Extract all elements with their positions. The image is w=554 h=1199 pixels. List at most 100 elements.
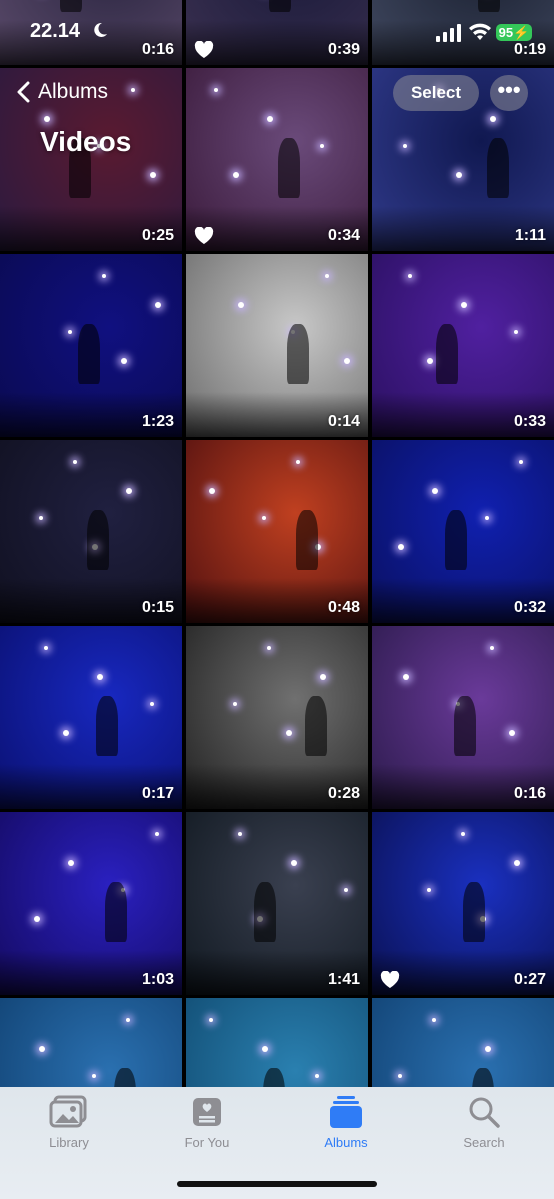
video-duration: 0:14 [327, 413, 360, 430]
cellular-signal-icon [436, 24, 461, 42]
stage-light [403, 674, 409, 680]
video-duration: 0:28 [327, 785, 360, 802]
video-thumbnail[interactable]: 0:48 [186, 440, 368, 623]
video-duration: 1:23 [141, 413, 174, 430]
more-options-button[interactable]: ••• [490, 75, 528, 111]
status-bar: 22.14 95⚡ [0, 0, 554, 64]
stage-light [121, 358, 127, 364]
video-duration: 0:32 [513, 599, 546, 616]
stage-light [126, 488, 132, 494]
home-indicator [177, 1181, 377, 1187]
stage-light [126, 1018, 130, 1022]
moon-icon [94, 22, 107, 37]
stage-light [408, 274, 412, 278]
stage-light [63, 730, 69, 736]
tab-albums[interactable]: Albums [286, 1095, 406, 1150]
video-duration: 0:17 [141, 785, 174, 802]
stage-light [461, 832, 465, 836]
charging-bolt-icon: ⚡ [513, 25, 530, 40]
select-button[interactable]: Select [393, 75, 479, 111]
stage-light [320, 674, 326, 680]
page-title: Videos [40, 126, 132, 157]
tab-library[interactable]: Library [9, 1095, 129, 1150]
stage-light [344, 358, 350, 364]
video-thumbnail[interactable]: 0:17 [0, 626, 182, 809]
tab-search[interactable]: Search [424, 1095, 544, 1150]
back-label: Albums [38, 80, 109, 103]
tab-search-label: Search [463, 1135, 505, 1150]
tab-library-label: Library [49, 1135, 89, 1150]
video-duration: 1:41 [327, 971, 360, 988]
stage-light [44, 646, 48, 650]
stage-light [233, 702, 237, 706]
stage-light [92, 1074, 96, 1078]
stage-light [39, 516, 43, 520]
stage-light [102, 274, 106, 278]
video-thumbnail[interactable]: 0:27 [372, 812, 554, 995]
stage-light [97, 674, 103, 680]
tab-albums-label: Albums [324, 1135, 368, 1150]
favorite-heart-icon [194, 226, 214, 245]
stage-light [461, 302, 467, 308]
stage-light [34, 916, 40, 922]
stage-light [325, 274, 329, 278]
stage-light [155, 302, 161, 308]
video-thumbnail[interactable]: 0:28 [186, 626, 368, 809]
stage-light [209, 488, 215, 494]
video-thumbnail[interactable]: 0:34 [186, 68, 368, 251]
tab-for-you[interactable]: For You [147, 1095, 267, 1150]
stage-light [131, 88, 135, 92]
stage-light [456, 172, 462, 178]
stage-light [490, 116, 496, 122]
performer-figure [87, 510, 109, 570]
stage-light [427, 358, 433, 364]
performer-figure [454, 696, 476, 756]
video-thumbnail[interactable]: 1:23 [0, 254, 182, 437]
back-button[interactable]: Albums [16, 80, 108, 104]
video-thumbnail[interactable]: 0:16 [372, 626, 554, 809]
stage-light [485, 1046, 491, 1052]
video-duration: 0:25 [141, 227, 174, 244]
stage-light [150, 702, 154, 706]
video-duration: 1:03 [141, 971, 174, 988]
performer-figure [278, 138, 300, 198]
albums-icon [330, 1096, 362, 1128]
wifi-icon [469, 23, 491, 40]
video-thumbnail[interactable]: 1:03 [0, 812, 182, 995]
video-duration: 0:33 [513, 413, 546, 430]
stage-light [267, 116, 273, 122]
chevron-left-icon [17, 81, 30, 103]
stage-light [214, 88, 218, 92]
performer-figure [436, 324, 458, 384]
performer-figure [78, 324, 100, 384]
video-duration: 0:27 [513, 971, 546, 988]
video-duration: 1:11 [514, 227, 546, 244]
battery-level: 95 [498, 25, 514, 40]
video-thumbnail[interactable]: 0:14 [186, 254, 368, 437]
performer-figure [96, 696, 118, 756]
stage-light [344, 888, 348, 892]
performer-figure [254, 882, 276, 942]
stage-light [262, 1046, 268, 1052]
video-thumbnail[interactable]: 1:41 [186, 812, 368, 995]
performer-figure [445, 510, 467, 570]
performer-figure [305, 696, 327, 756]
stage-light [509, 730, 515, 736]
stage-light [296, 460, 300, 464]
stage-light [73, 460, 77, 464]
stage-light [398, 544, 404, 550]
stage-light [68, 860, 74, 866]
video-thumbnail[interactable]: 0:32 [372, 440, 554, 623]
stage-light [68, 330, 72, 334]
stage-light [490, 646, 494, 650]
stage-light [155, 832, 159, 836]
battery-indicator: 95⚡ [496, 24, 532, 41]
for-you-icon [193, 1098, 221, 1126]
video-thumbnail[interactable]: 0:33 [372, 254, 554, 437]
video-duration: 0:16 [513, 785, 546, 802]
status-time: 22.14 [30, 20, 81, 42]
performer-figure [296, 510, 318, 570]
stage-light [267, 646, 271, 650]
video-thumbnail[interactable]: 0:15 [0, 440, 182, 623]
stage-light [514, 860, 520, 866]
